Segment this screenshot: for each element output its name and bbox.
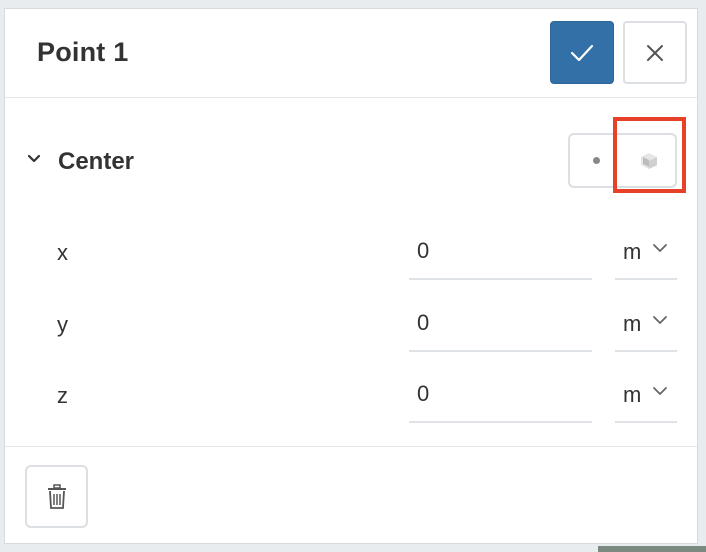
unit-value: m bbox=[623, 239, 642, 264]
x-unit-select[interactable]: m bbox=[615, 216, 677, 280]
delete-button[interactable] bbox=[25, 465, 88, 528]
axis-label: y bbox=[57, 312, 68, 337]
x-value-input[interactable]: 0 bbox=[409, 216, 592, 280]
unit-value: m bbox=[623, 311, 642, 336]
axis-label: z bbox=[57, 383, 68, 408]
chevron-down-icon[interactable] bbox=[25, 150, 43, 168]
point-mode-button[interactable] bbox=[570, 135, 622, 186]
chevron-down-icon bbox=[653, 387, 667, 395]
y-value: 0 bbox=[417, 310, 430, 335]
chevron-down-icon bbox=[653, 316, 667, 324]
section-label: Center bbox=[58, 148, 135, 175]
y-unit-select[interactable]: m bbox=[615, 288, 677, 352]
coordinate-row-y: y 0 m bbox=[5, 288, 697, 352]
point-input-mode-toggle bbox=[568, 133, 677, 188]
axis-label: x bbox=[57, 240, 68, 265]
pick-from-model-icon bbox=[640, 152, 657, 169]
x-value: 0 bbox=[417, 238, 430, 263]
chevron-down-icon bbox=[653, 244, 667, 252]
z-value-input[interactable]: 0 bbox=[409, 359, 592, 423]
coordinate-row-z: z 0 m bbox=[5, 359, 697, 423]
z-value: 0 bbox=[417, 381, 430, 406]
close-button[interactable] bbox=[623, 21, 687, 84]
background-viewport-strip bbox=[598, 546, 706, 552]
trash-icon bbox=[47, 483, 66, 509]
point-dialog: Point 1 Center x 0 m y 0 m z 0 m bbox=[4, 8, 698, 544]
y-value-input[interactable]: 0 bbox=[409, 288, 592, 352]
confirm-button[interactable] bbox=[550, 21, 614, 84]
coordinate-row-x: x 0 m bbox=[5, 216, 697, 280]
close-icon bbox=[647, 44, 663, 61]
pick-from-model-button[interactable] bbox=[622, 135, 675, 186]
unit-value: m bbox=[623, 382, 642, 407]
dialog-title: Point 1 bbox=[37, 37, 129, 67]
point-mode-icon bbox=[592, 157, 600, 164]
center-section-header: Center bbox=[5, 133, 697, 189]
dialog-header: Point 1 bbox=[5, 9, 697, 98]
check-icon bbox=[570, 44, 594, 61]
z-unit-select[interactable]: m bbox=[615, 359, 677, 423]
footer-divider bbox=[5, 446, 697, 447]
